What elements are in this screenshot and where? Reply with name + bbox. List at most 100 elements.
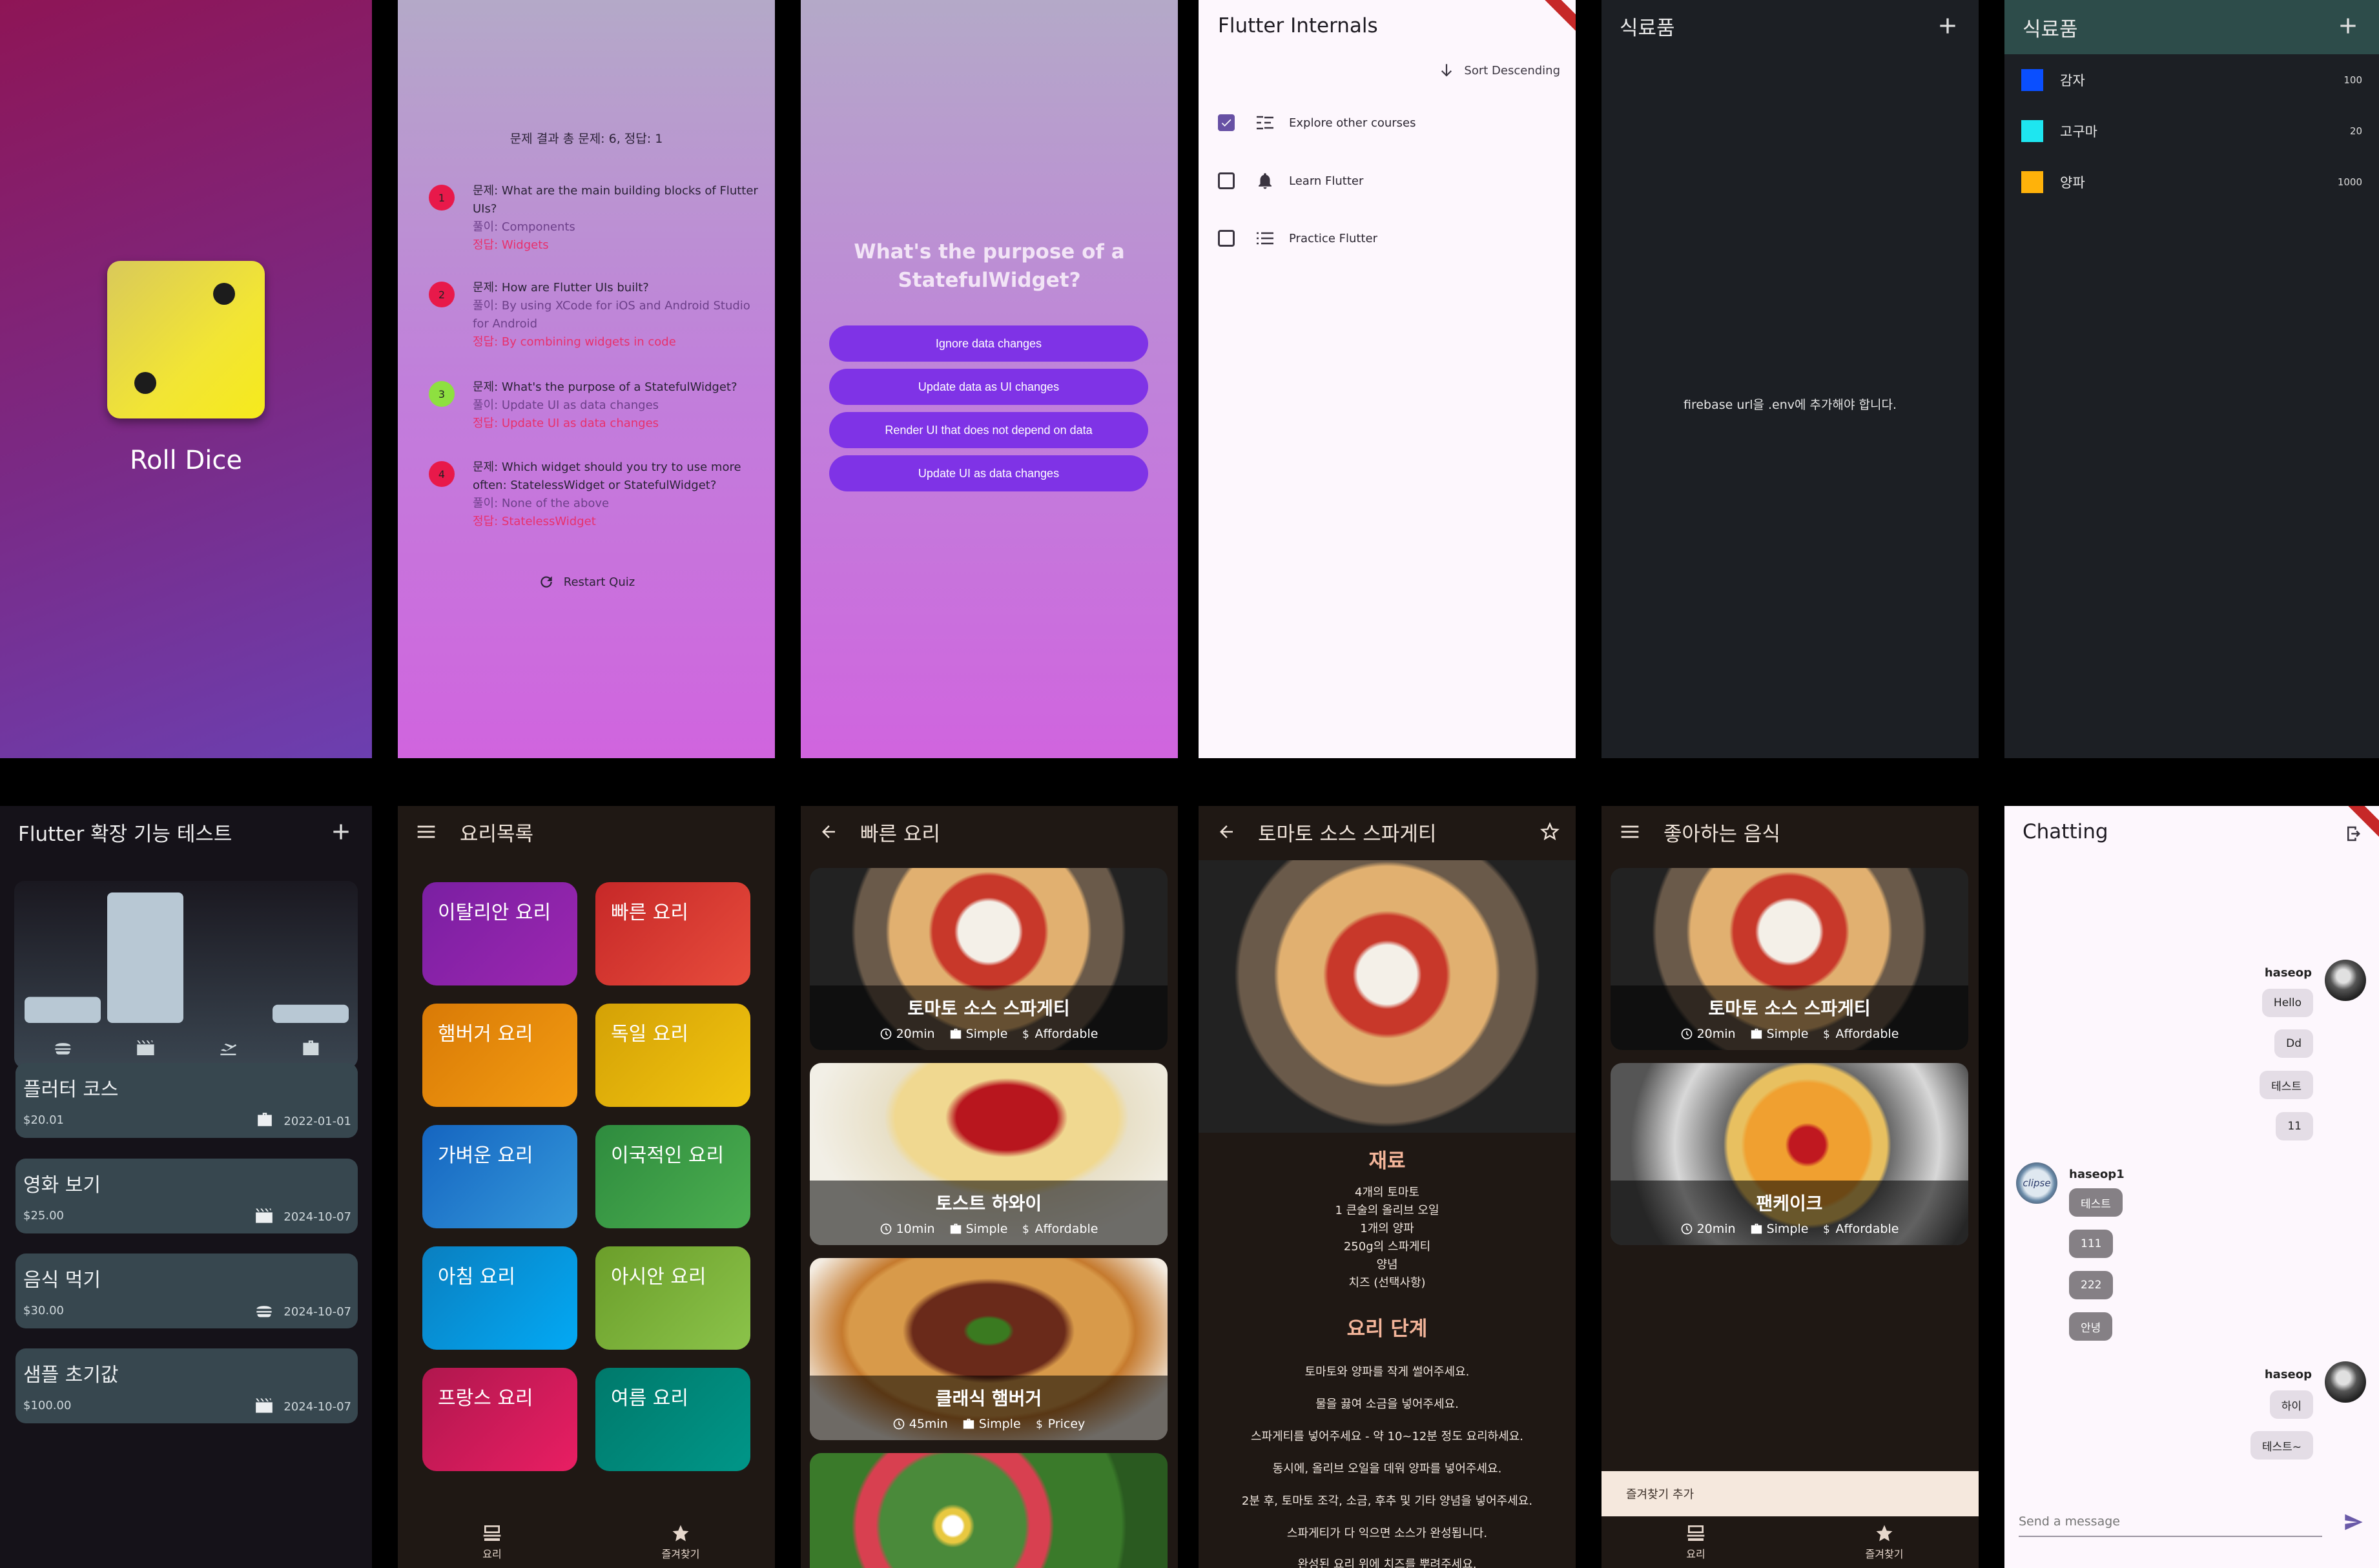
- meal-card[interactable]: 토스트 하와이 10min Simple $ Affordable: [810, 1063, 1168, 1245]
- summary-correct-answer: 정답: StatelessWidget: [473, 515, 596, 528]
- todo-checkbox[interactable]: [1218, 114, 1235, 131]
- restart-quiz-button[interactable]: Restart Quiz: [398, 573, 775, 590]
- meal-card[interactable]: [810, 1453, 1168, 1568]
- meal-detail-screen: 토마토 소스 스파게티 재료 4개의 토마토 1 큰술의 올리브 오일 1개의 …: [1199, 806, 1576, 1568]
- meal-card[interactable]: 토마토 소스 스파게티 20min Simple $ Affordable: [1611, 868, 1968, 1050]
- expense-card[interactable]: 플러터 코스 $20.01 2022-01-01: [15, 1063, 358, 1138]
- todo-item[interactable]: Explore other courses: [1218, 110, 1416, 136]
- bottom-nav: 요리 즐겨찾기: [1601, 1516, 1979, 1568]
- ingredient-item: 양념: [1376, 1258, 1398, 1272]
- work-icon: [1751, 1028, 1762, 1039]
- back-arrow-icon[interactable]: [819, 822, 838, 841]
- meal-card[interactable]: 클래식 햄버거 45min Simple $ Pricey: [810, 1258, 1168, 1440]
- summary-item: 2 문제: How are Flutter UIs built? 풀이: By …: [429, 279, 765, 351]
- nav-favorites[interactable]: 즐겨찾기: [586, 1516, 775, 1568]
- meal-card[interactable]: 팬케이크 20min Simple $ Affordable: [1611, 1063, 1968, 1245]
- meal-title: 토스트 하와이: [935, 1193, 1042, 1214]
- bell-icon: [1254, 171, 1276, 191]
- ingredients-title: 재료: [1368, 1150, 1406, 1173]
- todo-label: Explore other courses: [1289, 116, 1416, 130]
- category-tile[interactable]: 아시안 요리: [595, 1246, 750, 1350]
- answer-button[interactable]: Render UI that does not depend on data: [829, 412, 1148, 448]
- expense-card[interactable]: 샘플 초기값 $100.00 2024-10-07: [15, 1348, 358, 1423]
- category-tile[interactable]: 이국적인 요리: [595, 1125, 750, 1228]
- ingredient-item: 1 큰술의 올리브 오일: [1335, 1204, 1439, 1217]
- snackbar: 즐겨찾기 추가: [1601, 1471, 1979, 1516]
- category-tile[interactable]: 독일 요리: [595, 1004, 750, 1107]
- todo-item[interactable]: Learn Flutter: [1218, 168, 1363, 194]
- meal-card[interactable]: 토마토 소스 스파게티 20min Simple $ Affordable: [810, 868, 1168, 1050]
- sender-name: haseop: [2264, 966, 2312, 980]
- check-icon: [1221, 119, 1231, 127]
- nav-meals[interactable]: 요리: [1601, 1516, 1790, 1568]
- category-tile[interactable]: 이탈리안 요리: [422, 882, 577, 985]
- sort-button[interactable]: Sort Descending: [1438, 62, 1560, 79]
- expense-title: 샘플 초기값: [23, 1364, 119, 1387]
- category-tile[interactable]: 빠른 요리: [595, 882, 750, 985]
- category-tile[interactable]: 프랑스 요리: [422, 1368, 577, 1471]
- nav-label: 요리: [482, 1548, 502, 1560]
- step-item: 토마토와 양파를 작게 썰어주세요.: [1304, 1365, 1470, 1379]
- summary-item: 4 문제: Which widget should you try to use…: [429, 459, 765, 531]
- expense-title: 영화 보기: [23, 1174, 101, 1197]
- work-icon: [256, 1112, 273, 1131]
- food-icon: [55, 1043, 71, 1055]
- back-arrow-icon[interactable]: [1217, 822, 1236, 841]
- answer-button[interactable]: Ignore data changes: [829, 325, 1148, 362]
- meal-duration: 20min: [1680, 1027, 1736, 1041]
- meal-image: [810, 1453, 1168, 1568]
- dollar-icon: $: [1824, 1223, 1831, 1235]
- logout-icon[interactable]: [2344, 824, 2364, 843]
- meal-duration: 20min: [880, 1027, 935, 1041]
- nav-meals[interactable]: 요리: [398, 1516, 586, 1568]
- grocery-item[interactable]: 고구마 20: [2021, 116, 2362, 147]
- quiz-summary-screen: 문제 결과 총 문제: 6, 정답: 1 1 문제: What are the …: [398, 0, 775, 758]
- star-outline-icon[interactable]: [1540, 821, 1560, 842]
- work-icon: [950, 1223, 961, 1234]
- add-icon[interactable]: [2335, 13, 2361, 39]
- meal-affordability: $ Affordable: [1022, 1027, 1098, 1041]
- step-item: 스파게티를 넣어주세요 - 약 10~12분 정도 요리하세요.: [1250, 1430, 1524, 1443]
- meal-title: 팬케이크: [1756, 1193, 1823, 1214]
- leisure-icon: [137, 1040, 154, 1055]
- summary-user-answer: 풀이: Update UI as data changes: [473, 398, 659, 412]
- add-icon[interactable]: [328, 819, 354, 845]
- todo-checkbox[interactable]: [1218, 172, 1235, 189]
- quiz-summary-title: 문제 결과 총 문제: 6, 정답: 1: [510, 132, 663, 146]
- page-title: Flutter Internals: [1218, 14, 1378, 37]
- category-tile[interactable]: 햄버거 요리: [422, 1004, 577, 1107]
- nav-favorites[interactable]: 즐겨찾기: [1790, 1516, 1979, 1568]
- message-bubble: 하이: [2269, 1390, 2313, 1419]
- answer-button[interactable]: Update data as UI changes: [829, 369, 1148, 405]
- expense-card[interactable]: 음식 먹기 $30.00 2024-10-07: [15, 1253, 358, 1328]
- step-item: 동시에, 올리브 오일을 데워 양파를 넣어주세요.: [1272, 1462, 1502, 1476]
- category-tile[interactable]: 아침 요리: [422, 1246, 577, 1350]
- category-tile[interactable]: 여름 요리: [595, 1368, 750, 1471]
- roll-dice-button[interactable]: Roll Dice: [0, 446, 372, 475]
- list-icon: [1254, 116, 1276, 130]
- add-icon[interactable]: [1935, 13, 1961, 39]
- dollar-icon: $: [1824, 1028, 1831, 1040]
- list-icon: [1254, 231, 1276, 245]
- step-item: 2분 후, 토마토 조각, 소금, 후추 및 기타 양념을 넣어주세요.: [1241, 1494, 1533, 1508]
- grocery-item[interactable]: 양파 1000: [2021, 167, 2362, 198]
- message-input[interactable]: [2019, 1507, 2322, 1537]
- meal-complexity: Simple: [1750, 1222, 1808, 1236]
- category-tile[interactable]: 가벼운 요리: [422, 1125, 577, 1228]
- empty-message: firebase url을 .env에 추가해야 합니다.: [1683, 398, 1897, 412]
- meal-title: 클래식 햄버거: [935, 1388, 1042, 1409]
- todo-item[interactable]: Practice Flutter: [1218, 225, 1377, 251]
- todo-checkbox[interactable]: [1218, 230, 1235, 247]
- send-icon[interactable]: [2343, 1512, 2365, 1532]
- expense-card[interactable]: 영화 보기 $25.00 2024-10-07: [15, 1159, 358, 1233]
- menu-icon[interactable]: [416, 823, 437, 841]
- grocery-item[interactable]: 감자 100: [2021, 65, 2362, 96]
- leisure-icon: [255, 1398, 273, 1416]
- meals-icon: [1687, 1525, 1705, 1541]
- category-color-swatch: [2021, 171, 2043, 193]
- menu-icon[interactable]: [1620, 823, 1640, 841]
- grocery-quantity: 20: [2349, 125, 2362, 137]
- question-screen: What's the purpose of a StatefulWidget? …: [801, 0, 1178, 758]
- answer-button[interactable]: Update UI as data changes: [829, 455, 1148, 491]
- summary-item: 1 문제: What are the main building blocks …: [429, 182, 765, 254]
